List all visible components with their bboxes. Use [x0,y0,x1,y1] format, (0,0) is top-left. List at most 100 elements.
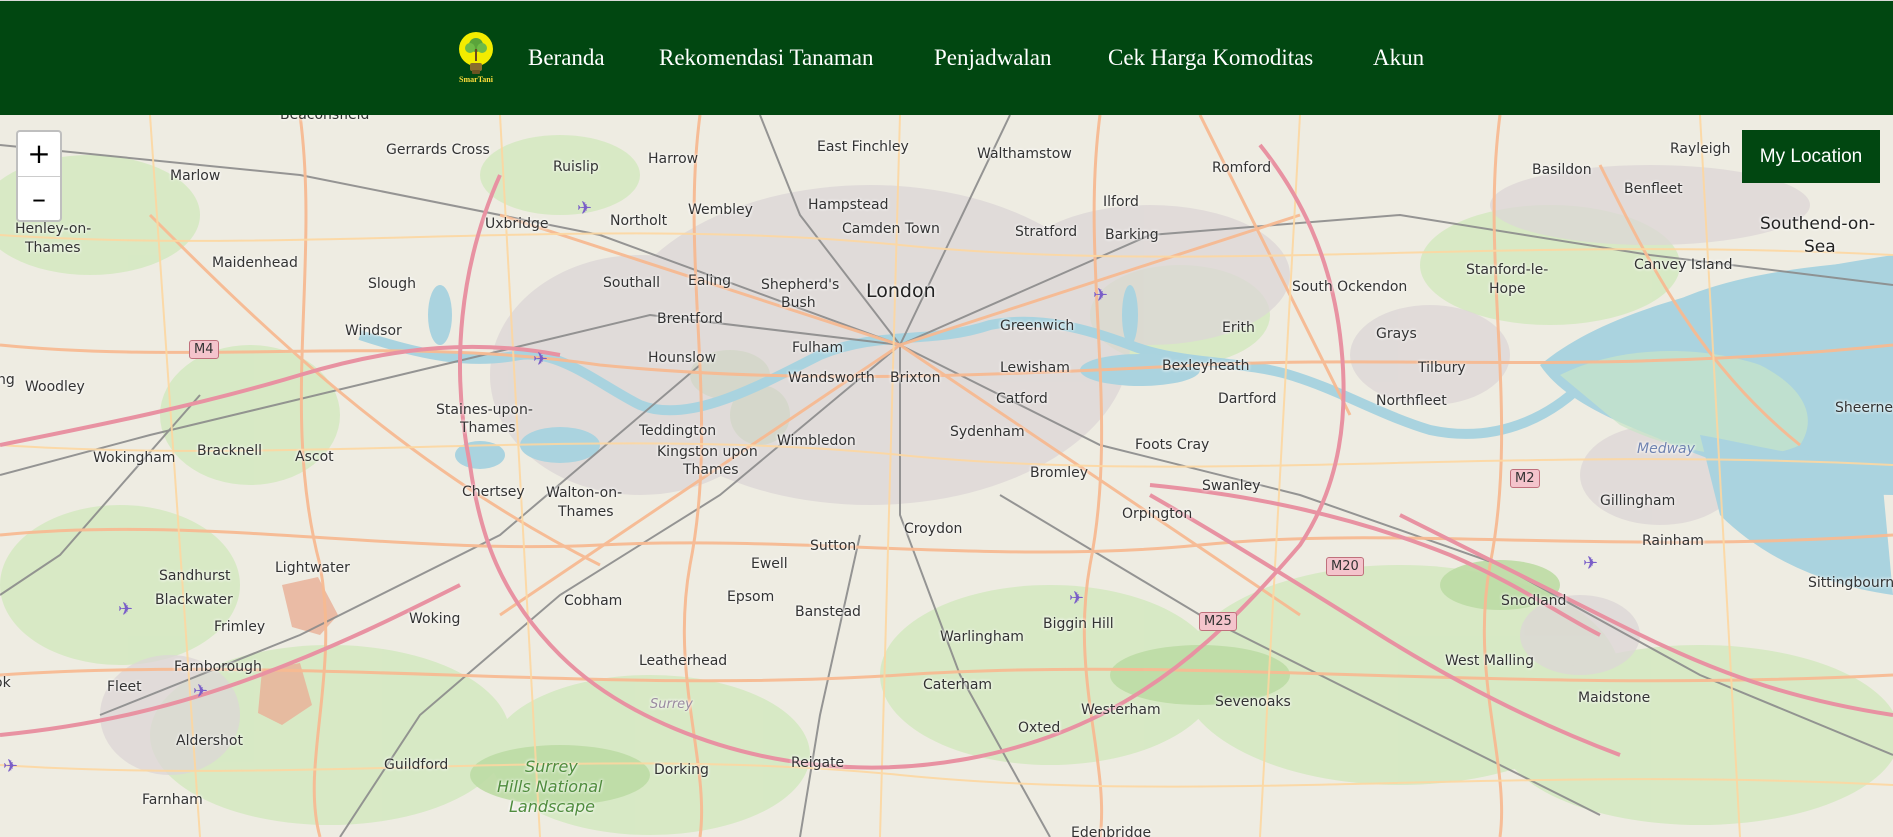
place-label: Sydenham [950,424,1025,440]
zoom-out-button[interactable]: – [18,177,60,221]
place-label: Orpington [1122,506,1193,522]
place-label: Wokingham [93,450,176,466]
place-label: Catford [996,391,1048,407]
place-label: Farnham [142,792,203,808]
place-label: Windsor [345,323,402,339]
place-label: Hampstead [808,197,889,213]
place-label: Sea [1804,237,1836,257]
place-label: Brentford [657,311,723,327]
place-label: Frimley [214,619,266,635]
place-label: Lewisham [1000,360,1070,376]
airport-icon: ✈ [577,198,593,219]
place-label: Ruislip [553,159,599,175]
place-label: Stratford [1015,224,1078,240]
place-label: Tilbury [1418,360,1466,376]
place-label: Bexleyheath [1162,358,1250,374]
place-label: Warlingham [940,629,1024,645]
place-label: Staines-upon- [436,402,533,418]
place-label: Caterham [923,677,993,693]
place-label: Sevenoaks [1215,694,1291,710]
place-label: Teddington [639,423,717,439]
place-label: Northolt [610,213,668,229]
place-label: Ealing [688,273,731,289]
place-label: Rayleigh [1670,141,1731,157]
smartani-logo[interactable]: SmarTani [452,29,500,87]
place-label: Gillingham [1600,493,1676,509]
place-label: London [866,280,936,302]
place-label: Walthamstow [977,146,1072,162]
place-label: Stanford-le- [1466,262,1549,278]
place-label: Sutton [810,538,857,554]
place-label: Beaconsfield [280,115,370,123]
place-label: Harrow [648,151,699,167]
place-label: Woodley [25,379,85,395]
place-label: Bush [781,295,816,311]
place-label: Dorking [654,762,709,778]
place-label: Bracknell [197,443,263,459]
place-label: Gerrards Cross [386,142,490,158]
map-canvas[interactable]: Beaconsfield Gerrards Cross Marlow Ruisl… [0,115,1893,837]
place-label: Sheerne [1835,400,1893,416]
place-label: Greenwich [1000,318,1075,334]
place-label: Thames [25,240,81,256]
place-label: Sandhurst [159,568,231,584]
my-location-button[interactable]: My Location [1742,130,1880,183]
place-label: Marlow [170,168,221,184]
motorway-shield: M20 [1326,557,1364,576]
place-label: Maidstone [1578,690,1651,706]
zoom-in-button[interactable]: + [18,132,60,177]
place-label: Barking [1105,227,1159,243]
place-label: Biggin Hill [1043,616,1114,632]
airport-icon: ✈ [533,349,549,370]
place-label: Snodland [1501,593,1567,609]
place-label: ng [0,372,15,388]
place-label: Medway [1637,441,1695,457]
place-label: Basildon [1532,162,1592,178]
place-label: Aldershot [176,733,243,749]
place-label: Lightwater [275,560,350,576]
place-label: Hounslow [648,350,717,366]
place-label: Bromley [1030,465,1089,481]
airport-icon: ✈ [118,599,134,620]
place-label: South Ockendon [1292,279,1408,295]
place-label: Wimbledon [777,433,856,449]
place-label: Surrey [650,697,693,712]
nav-beranda[interactable]: Beranda [528,45,605,71]
nav-penjadwalan[interactable]: Penjadwalan [934,45,1052,71]
place-label: Surrey [525,757,578,776]
place-label: Maidenhead [212,255,298,271]
motorway-shield: M2 [1510,469,1540,488]
place-label: Guildford [384,757,449,773]
place-label: Kingston upon [657,444,758,460]
place-label: Uxbridge [485,216,549,232]
airport-icon: ✈ [1093,285,1109,306]
airport-icon: ✈ [1069,588,1085,609]
place-label: Southend-on- [1760,214,1876,234]
place-label: Canvey Island [1634,257,1733,273]
place-label: Walton-on- [546,485,623,501]
place-label: Sittingbourne [1808,575,1893,591]
place-label: Landscape [509,797,595,816]
place-label: Cobham [564,593,623,609]
place-label: Rainham [1642,533,1704,549]
nav-akun[interactable]: Akun [1373,45,1424,71]
motorway-shield: M4 [189,340,219,359]
place-label: Hills National [497,777,603,796]
place-label: Ewell [751,556,788,572]
place-label: Hope [1489,281,1526,297]
place-label: Benfleet [1624,181,1683,197]
place-label: Fulham [792,340,844,356]
place-label: Southall [603,275,661,291]
place-label: Fleet [107,679,142,695]
place-label: Wandsworth [788,370,875,386]
place-label: Edenbridge [1071,825,1152,837]
motorway-shield: M25 [1199,612,1237,631]
place-label: Banstead [795,604,861,620]
place-label: Chertsey [462,484,525,500]
place-label: Slough [368,276,416,292]
nav-rekomendasi-tanaman[interactable]: Rekomendasi Tanaman [659,45,874,71]
place-label: West Malling [1445,653,1534,669]
nav-cek-harga-komoditas[interactable]: Cek Harga Komoditas [1108,45,1313,71]
place-label: Blackwater [155,592,233,608]
place-label: Grays [1376,326,1417,342]
